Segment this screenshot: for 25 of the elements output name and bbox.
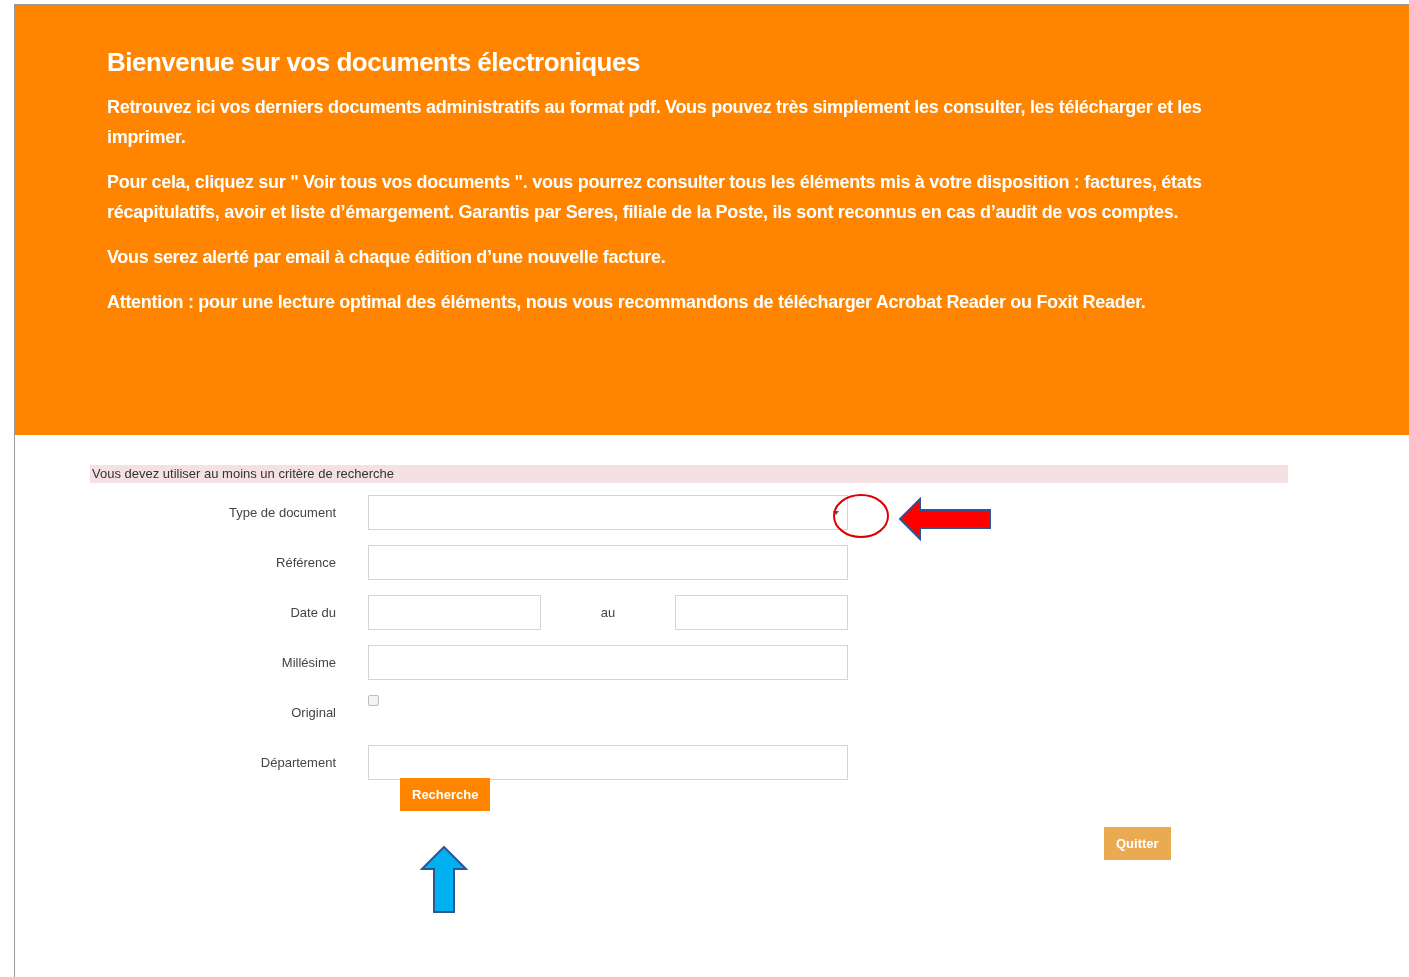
input-field[interactable] bbox=[368, 545, 848, 580]
banner-paragraph: Pour cela, cliquez sur " Voir tous vos documents ". vous pourrez consulter tous les éléments mis à votre disposition : factures, états récapitulatifs, avoir et liste d’émargement. Garantis par Seres, filiale de la Poste, ils sont reconnus en cas d’audit de vos comptes. bbox=[107, 171, 1203, 224]
input-field[interactable] bbox=[368, 745, 848, 780]
date-field[interactable] bbox=[368, 595, 541, 630]
highlight-circle bbox=[832, 493, 890, 539]
notice-bar: Vous devez utiliser au moins un critère de recherche bbox=[90, 465, 1288, 483]
search-button[interactable]: Recherche bbox=[400, 778, 491, 811]
banner-paragraph: Attention : pour une lecture optimal des éléments, nous vous recommandons de télécharger Acrobat Reader ou Foxit Reader. bbox=[107, 291, 1147, 314]
field-label: Référence bbox=[275, 553, 337, 572]
date-separator: au bbox=[599, 603, 617, 622]
banner-title: Bienvenue sur vos documents électroniques bbox=[107, 46, 641, 79]
up-arrow-drawing bbox=[420, 845, 468, 914]
banner-paragraph: Vous serez alerté par email à chaque édition d’une nouvelle facture. bbox=[107, 246, 667, 269]
field-label: Millésime bbox=[280, 653, 337, 672]
date-field[interactable] bbox=[675, 595, 848, 630]
quit-button[interactable]: Quitter bbox=[1104, 827, 1171, 860]
field-label: Département bbox=[259, 753, 337, 772]
field-label: Date du bbox=[289, 603, 337, 622]
banner-paragraph: Retrouvez ici vos derniers documents administratifs au format pdf. Vous pouvez très simplement les consulter, les télécharger et les imprimer. bbox=[107, 96, 1203, 149]
field-label: Original bbox=[290, 703, 337, 722]
input-field[interactable] bbox=[368, 645, 848, 680]
dropdown-field[interactable] bbox=[368, 495, 848, 530]
field-label: Type de document bbox=[228, 503, 337, 522]
checkbox[interactable] bbox=[368, 695, 379, 706]
caret-icon bbox=[833, 510, 839, 515]
